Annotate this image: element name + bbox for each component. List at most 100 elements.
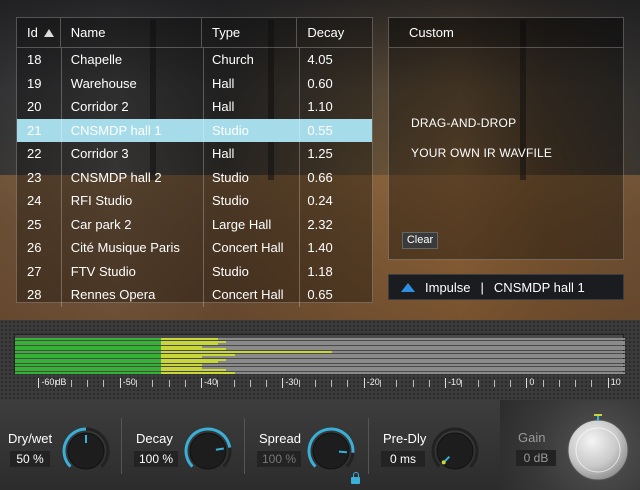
scale-tick (314, 380, 316, 387)
cell-name: Corridor 2 (70, 99, 129, 115)
scale-label: 10 (610, 377, 621, 387)
cell-decay: 0.66 (307, 169, 333, 185)
scale-label: -10 (448, 377, 462, 387)
impulse-value: CNSMDP hall 1 (493, 279, 585, 295)
cell-decay: 1.40 (307, 240, 333, 256)
table-row[interactable]: 24 RFI Studio Studio 0.24 (17, 189, 372, 213)
gain-knob[interactable] (563, 413, 633, 483)
table-row[interactable]: 21 CNSMDP hall 1 Studio 0.55 (17, 118, 372, 142)
cell-id: 22 (27, 146, 42, 162)
expand-up-icon[interactable] (401, 282, 415, 292)
scale-tick (249, 380, 251, 387)
cell-id: 26 (27, 240, 42, 256)
lock-shackle (352, 472, 359, 478)
column-header-id[interactable]: Id (17, 18, 61, 47)
knob-value[interactable]: 50 % (10, 451, 50, 467)
scale-tick (412, 380, 414, 387)
scale-label: -20 (366, 377, 380, 387)
column-id-label: Id (27, 24, 38, 40)
column-header-type[interactable]: Type (202, 18, 298, 47)
cell-decay: 4.05 (307, 52, 333, 68)
cell-decay: 1.25 (307, 146, 333, 162)
lock-icon[interactable] (351, 472, 360, 484)
cell-type: Hall (211, 99, 235, 115)
cell-type: Studio (211, 122, 249, 138)
divider (368, 418, 369, 474)
cell-name: CNSMDP hall 2 (70, 169, 162, 185)
scale-tick (510, 380, 512, 387)
table-row[interactable]: 20 Corridor 2 Hall 1.10 (17, 95, 372, 119)
scale-tick (298, 380, 300, 387)
scale-tick (575, 380, 577, 387)
table-row[interactable]: 23 CNSMDP hall 2 Studio 0.66 (17, 166, 372, 190)
scale-tick (363, 378, 365, 388)
impulse-label: Impulse (425, 279, 471, 295)
scale-tick (233, 380, 235, 387)
meter-bar-yellow (161, 371, 235, 374)
divider (121, 418, 122, 474)
scale-label: -40 (204, 377, 218, 387)
custom-panel-title: Custom (389, 18, 623, 48)
knob-body (189, 432, 227, 470)
column-type-label: Type (211, 24, 241, 40)
cell-decay: 2.32 (307, 216, 333, 232)
impulse-selector[interactable]: Impulse | CNSMDP hall 1 (388, 274, 624, 300)
scale-tick (591, 380, 593, 387)
gain-label: Gain (518, 430, 546, 445)
column-header-decay[interactable]: Decay (297, 18, 372, 47)
table-row[interactable]: 27 FTV Studio Studio 1.18 (17, 260, 372, 284)
cell-id: 27 (27, 263, 42, 279)
cell-id: 18 (27, 52, 42, 68)
knob-value[interactable]: 100 % (257, 451, 301, 467)
drop-hint-line-1: DRAG-AND-DROP (411, 116, 517, 130)
knob-dry-wet[interactable] (60, 425, 112, 477)
scale-tick (87, 380, 89, 387)
scale-tick (184, 380, 186, 387)
table-row[interactable]: 26 Cité Musique Paris Concert Hall 1.40 (17, 236, 372, 260)
table-row[interactable]: 28 Rennes Opera Concert Hall 0.65 (17, 283, 372, 307)
scale-tick (168, 380, 170, 387)
scale-tick (493, 380, 495, 387)
scale-tick (136, 380, 137, 387)
clear-button[interactable]: Clear (402, 232, 438, 249)
level-meter (14, 334, 625, 374)
knob-strip: Gain 0 dB Dry/wet 50 % Decay 100 % Spread 100… (0, 400, 640, 490)
scale-tick (477, 380, 479, 387)
meter-section: -60 dB -50 -40 -30 -20 -10 0 10 (0, 320, 640, 400)
knob-value[interactable]: 0 ms (381, 451, 425, 467)
table-row[interactable]: 18 Chapelle Church 4.05 (17, 48, 372, 72)
knob-spread[interactable] (305, 425, 357, 477)
table-header: Id Name Type Decay (17, 18, 372, 48)
cell-id: 23 (27, 169, 42, 185)
scale-tick (201, 378, 203, 388)
table-row[interactable]: 19 Warehouse Hall 0.60 (17, 72, 372, 96)
table-row[interactable]: 22 Corridor 3 Hall 1.25 (17, 142, 372, 166)
cell-type: Hall (211, 146, 235, 162)
cell-decay: 0.24 (307, 193, 333, 209)
knob-decay[interactable] (182, 425, 234, 477)
knob-value[interactable]: 100 % (134, 451, 178, 467)
custom-ir-panel[interactable]: Custom DRAG-AND-DROP YOUR OWN IR WAVFILE… (388, 17, 624, 260)
drop-hint-line-2: YOUR OWN IR WAVFILE (411, 146, 553, 160)
knob-pre-dly[interactable] (429, 425, 481, 477)
cell-decay: 0.60 (307, 75, 333, 91)
scale-tick (347, 380, 349, 387)
scale-tick (558, 380, 560, 387)
scale-label: -60 (41, 377, 55, 387)
knob-min-dot (441, 460, 446, 465)
table-row[interactable]: 25 Car park 2 Large Hall 2.32 (17, 213, 372, 237)
meter-bar-green (15, 371, 162, 374)
gain-value[interactable]: 0 dB (516, 450, 556, 466)
scale-tick (70, 380, 72, 387)
cell-decay: 0.55 (307, 122, 333, 138)
scale-tick (38, 378, 40, 388)
scale-tick (217, 380, 219, 387)
cell-name: Car park 2 (70, 216, 132, 232)
column-name-label: Name (70, 24, 106, 40)
scale-label: -30 (285, 377, 299, 387)
column-divider (299, 48, 300, 307)
scale-tick (282, 378, 284, 388)
cell-type: Large Hall (211, 216, 272, 232)
column-header-name[interactable]: Name (61, 18, 202, 47)
scale-label: dB (55, 377, 67, 387)
